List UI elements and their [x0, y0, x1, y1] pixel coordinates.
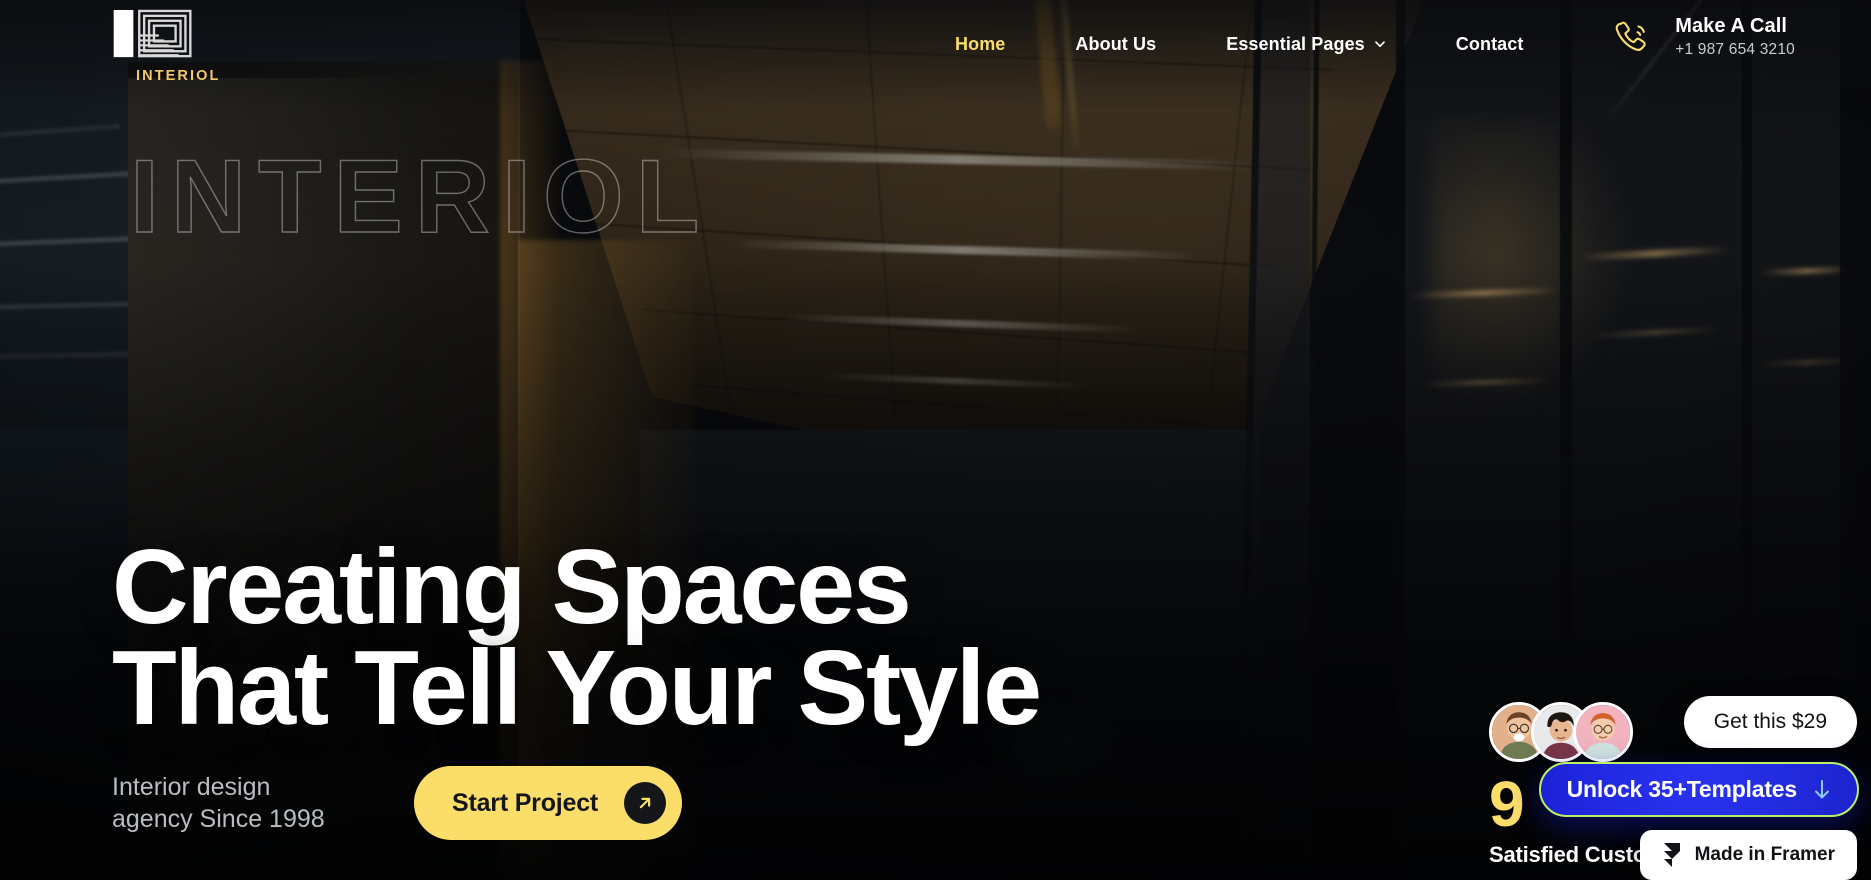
nav-item-label: Home: [955, 33, 1006, 54]
avatar: [1573, 702, 1633, 763]
unlock-templates-label: Unlock 35+Templates: [1566, 776, 1798, 802]
site-header: INTERIOL Home About Us Essential Pages C…: [0, 0, 1871, 88]
nav-item-about-us[interactable]: About Us: [1040, 34, 1191, 55]
nav-item-contact[interactable]: Contact: [1421, 34, 1559, 55]
get-this-price-label: Get this $29: [1713, 710, 1827, 733]
unlock-templates-button[interactable]: Unlock 35+Templates: [1538, 762, 1859, 817]
nav-item-label: Essential Pages: [1226, 33, 1365, 54]
headline-line-2: That Tell Your Style: [112, 629, 1042, 748]
call-phone-number: +1 987 654 3210: [1675, 41, 1795, 58]
page-title: Creating Spaces That Tell Your Style: [112, 534, 1212, 748]
nav-item-label: Contact: [1455, 33, 1524, 54]
brand-logo-wordmark: INTERIOL: [136, 68, 221, 84]
call-text-group: Make A Call +1 987 654 3210: [1675, 15, 1795, 59]
get-this-price-badge[interactable]: Get this $29: [1683, 696, 1857, 748]
hero-content: INTERIOL Creating Spaces That Tell Your …: [112, 144, 1212, 880]
start-project-button[interactable]: Start Project: [414, 766, 683, 840]
nav-item-label: About Us: [1075, 33, 1157, 54]
nav-item-essential-pages[interactable]: Essential Pages: [1191, 34, 1421, 55]
made-in-framer-label: Made in Framer: [1694, 844, 1835, 865]
framer-logo-icon: [1663, 843, 1680, 867]
arrow-up-right-glyph: [639, 797, 651, 809]
headline-line-1: Creating Spaces: [112, 527, 912, 646]
nested-squares-logo-icon: [113, 9, 192, 58]
start-project-label: Start Project: [452, 788, 599, 817]
hero-page: INTERIOL Home About Us Essential Pages C…: [0, 0, 1871, 880]
made-in-framer-badge[interactable]: Made in Framer: [1639, 830, 1857, 880]
arrow-up-right-icon: [624, 782, 667, 824]
main-navigation: Home About Us Essential Pages Contact: [920, 0, 1559, 88]
make-a-call-block[interactable]: Make A Call +1 987 654 3210: [1609, 14, 1795, 60]
hero-sub-row: Interior design agency Since 1998 Start …: [112, 766, 1212, 880]
brand-logo[interactable]: INTERIOL: [112, 8, 218, 84]
nav-item-home[interactable]: Home: [920, 34, 1040, 55]
call-title: Make A Call: [1675, 15, 1788, 37]
avatar-customer-3-image: [1576, 705, 1630, 760]
phone-call-icon: [1615, 21, 1646, 51]
chevron-down-icon: [1374, 41, 1385, 48]
download-arrow-icon: [1815, 779, 1829, 798]
hero-subtext: Interior design agency Since 1998: [112, 772, 325, 834]
